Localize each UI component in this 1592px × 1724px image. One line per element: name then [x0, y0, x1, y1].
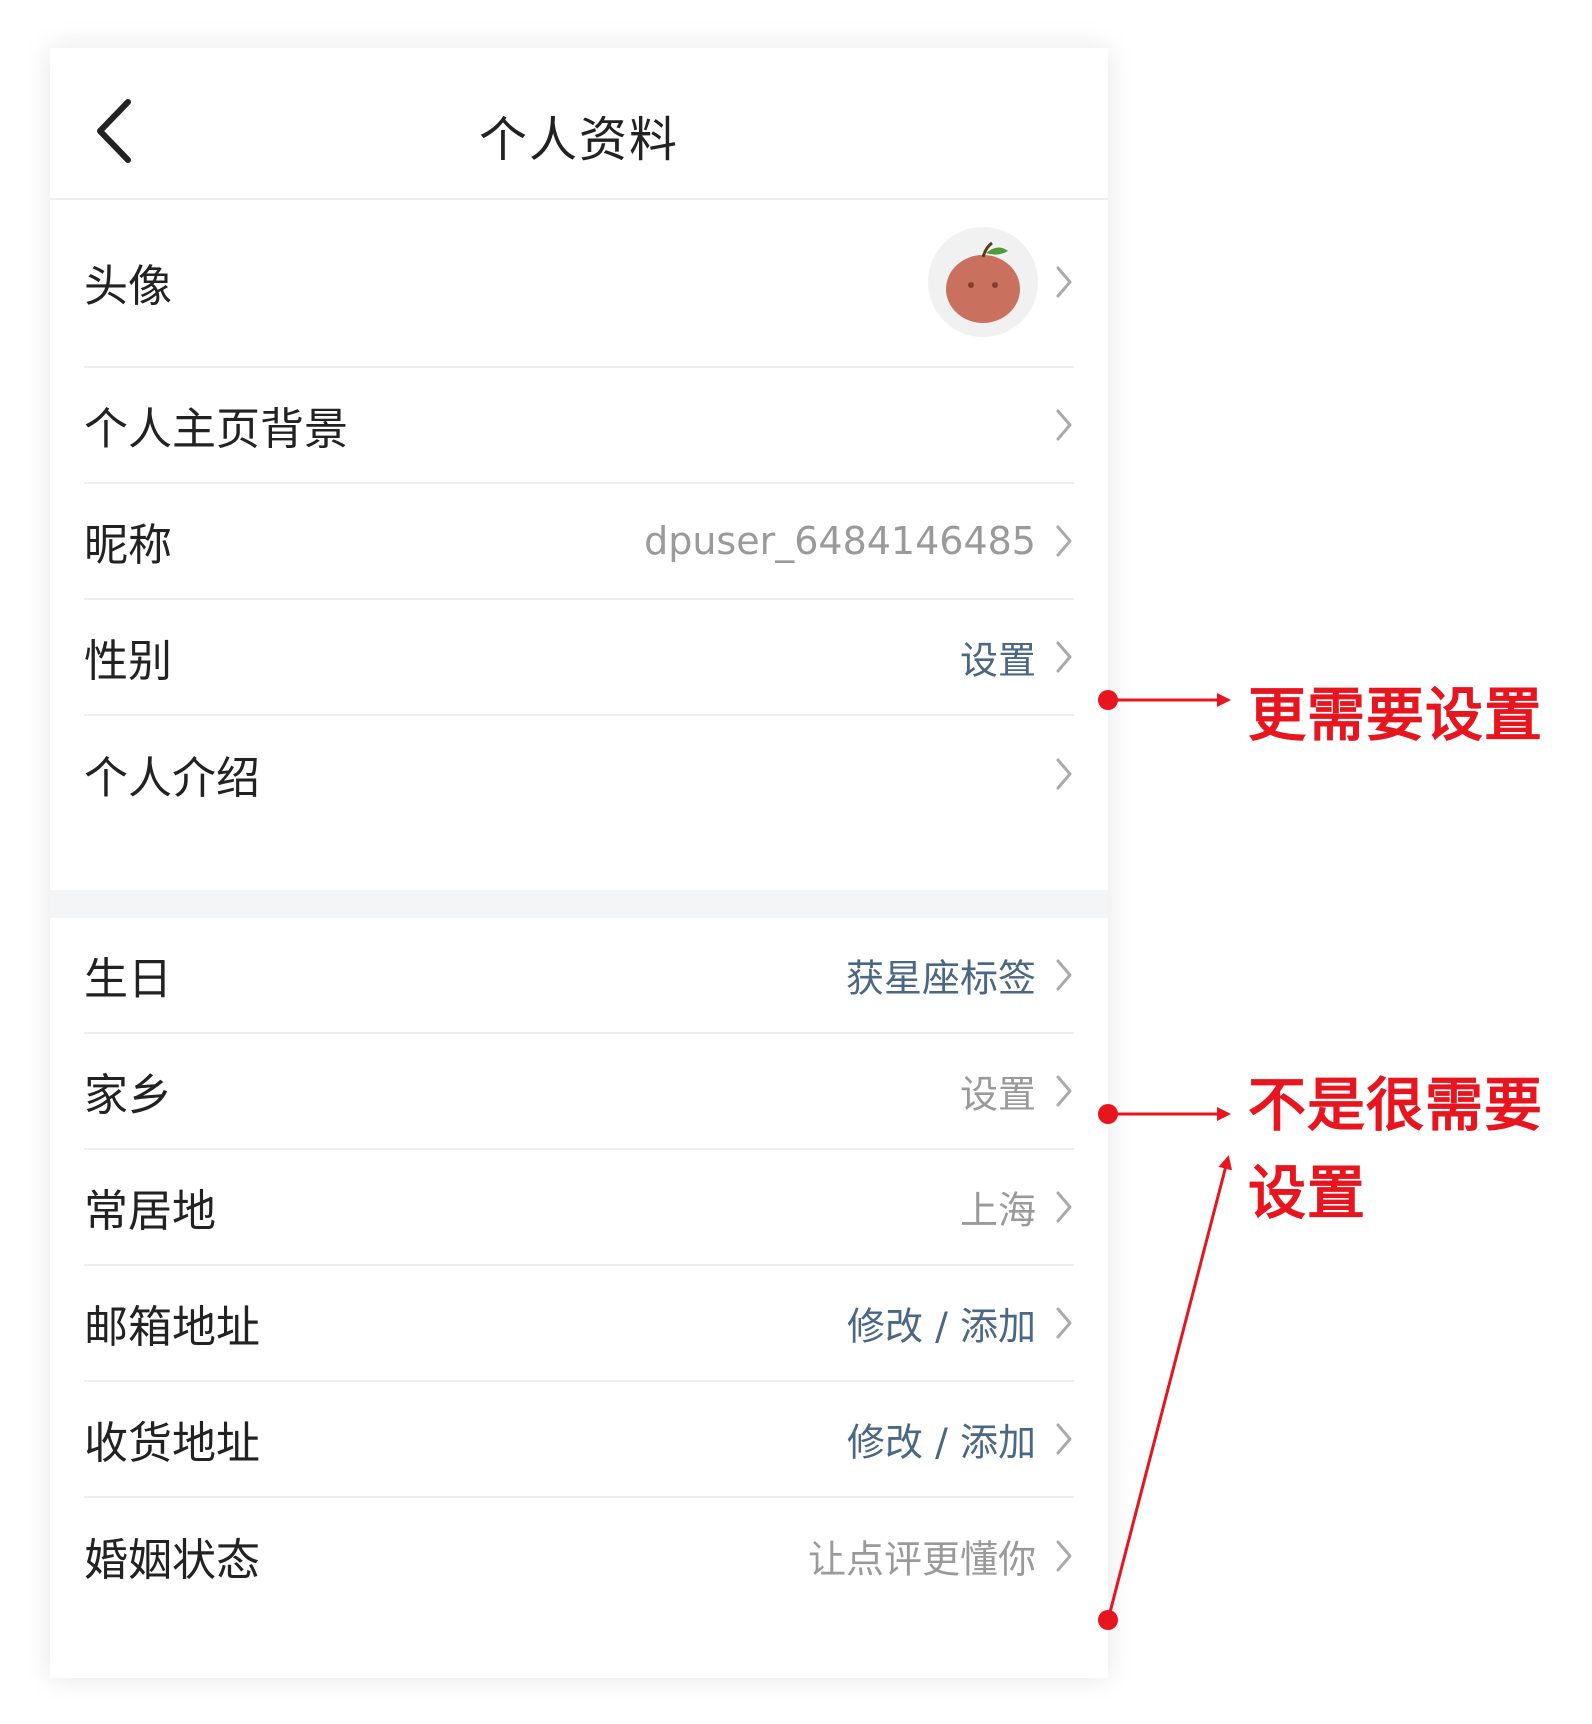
- annotation-less-needed-line1: 不是很需要: [1248, 1071, 1544, 1139]
- arrow-more-needed: [1098, 690, 1231, 710]
- annotation-arrows: [1098, 690, 1233, 1630]
- annotation-less-needed-line2: 设置: [1248, 1159, 1367, 1227]
- arrow-less-needed-hometown: [1098, 1104, 1231, 1124]
- annotation-more-needed: 更需要设置: [1248, 681, 1544, 749]
- arrow-less-needed-marital: [1098, 1155, 1233, 1630]
